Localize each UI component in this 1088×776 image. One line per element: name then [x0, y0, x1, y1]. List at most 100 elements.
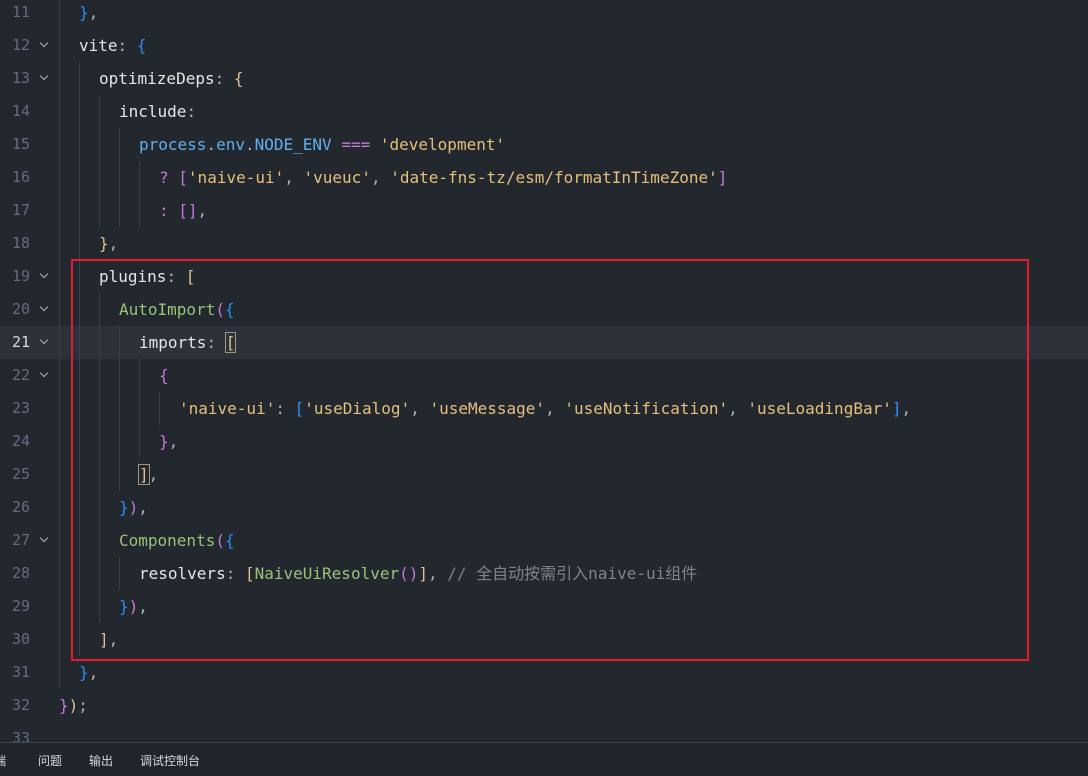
chevron-down-icon[interactable]: [38, 62, 52, 95]
indent-guide: [139, 161, 140, 227]
chevron-down-icon[interactable]: [38, 359, 52, 392]
chevron-down-icon[interactable]: [38, 29, 52, 62]
code-token: {: [224, 300, 235, 319]
code-token: ,: [410, 399, 430, 418]
code-text: }),: [119, 590, 148, 623]
code-text: {: [159, 359, 169, 392]
line-number: 30: [11, 630, 30, 648]
code-line[interactable]: 14 include:: [0, 95, 1088, 128]
indent-guide: [99, 293, 100, 623]
line-number: 19: [11, 267, 30, 285]
code-line[interactable]: 33: [0, 722, 1088, 742]
line-number: 29: [11, 597, 30, 615]
code-token: :: [166, 267, 186, 286]
code-line[interactable]: 11},: [0, 0, 1088, 29]
code-token: [: [185, 267, 196, 286]
code-token: (: [215, 300, 225, 319]
code-token: }: [59, 696, 69, 715]
chevron-down-icon[interactable]: [38, 293, 52, 326]
code-line[interactable]: 27 Components({: [0, 524, 1088, 557]
code-text: 'naive-ui': ['useDialog', 'useMessage', …: [179, 392, 911, 425]
code-token: resolvers: [139, 564, 226, 583]
line-number: 16: [11, 168, 30, 186]
code-line[interactable]: 16? ['naive-ui', 'vueuc', 'date-fns-tz/e…: [0, 161, 1088, 194]
code-token: ,: [138, 597, 148, 616]
code-token: ,: [428, 564, 448, 583]
code-token: ,: [545, 399, 565, 418]
indent-guide: [79, 62, 80, 656]
code-token: ]: [99, 630, 109, 649]
line-number: 11: [11, 3, 30, 21]
chevron-down-icon[interactable]: [38, 260, 52, 293]
line-number: 21: [11, 333, 30, 351]
chevron-down-icon[interactable]: [38, 326, 52, 359]
code-text: imports: [: [139, 326, 237, 359]
code-token: }: [79, 3, 89, 22]
code-text: : [],: [159, 194, 207, 227]
code-token: }: [119, 597, 129, 616]
code-line[interactable]: 15 process.env.NODE_ENV === 'development': [0, 128, 1088, 161]
code-text: },: [159, 425, 178, 458]
code-token: AutoImport: [119, 300, 216, 319]
code-token: 'vueuc': [303, 168, 371, 187]
code-token: .: [206, 135, 217, 154]
code-token: ,: [108, 630, 119, 649]
code-token: ]: [138, 464, 150, 485]
code-line[interactable]: 32});: [0, 689, 1088, 722]
code-token: 'useLoadingBar': [747, 399, 892, 418]
code-text: ],: [138, 458, 159, 491]
indent-guide: [59, 0, 60, 689]
line-number: 23: [11, 399, 30, 417]
code-text: });: [59, 689, 88, 722]
code-token: 'naive-ui': [187, 168, 285, 187]
code-token: [: [224, 332, 237, 353]
code-line[interactable]: 29}),: [0, 590, 1088, 623]
code-line[interactable]: 22 {: [0, 359, 1088, 392]
line-number: 28: [11, 564, 30, 582]
code-token: include: [119, 102, 187, 121]
code-token: }: [79, 663, 89, 682]
code-line[interactable]: 18},: [0, 227, 1088, 260]
code-line[interactable]: 24},: [0, 425, 1088, 458]
indent-guide: [119, 128, 120, 227]
code-token: ): [128, 597, 139, 616]
tab-debug-console[interactable]: 调试控制台: [140, 752, 200, 769]
line-number: 22: [11, 366, 30, 384]
code-line[interactable]: 19 plugins: [: [0, 260, 1088, 293]
code-token: }: [119, 498, 129, 517]
line-number: 31: [11, 663, 30, 681]
code-line[interactable]: 21 imports: [: [0, 326, 1088, 359]
tab-terminal[interactable]: 端: [0, 752, 6, 769]
code-token: 'useNotification': [564, 399, 729, 418]
code-token: (): [399, 564, 419, 583]
code-line[interactable]: 31},: [0, 656, 1088, 689]
code-token: :: [275, 399, 295, 418]
code-token: 'naive-ui': [179, 399, 276, 418]
code-line[interactable]: 20 AutoImport({: [0, 293, 1088, 326]
code-token: ): [128, 498, 139, 517]
code-token: ===: [341, 135, 371, 154]
indent-guide: [99, 95, 100, 227]
code-line[interactable]: 13 optimizeDeps: {: [0, 62, 1088, 95]
code-line[interactable]: 23 'naive-ui': ['useDialog', 'useMessage'…: [0, 392, 1088, 425]
code-token: ]: [891, 399, 902, 418]
code-line[interactable]: 30],: [0, 623, 1088, 656]
code-line[interactable]: 26}),: [0, 491, 1088, 524]
code-token: ;: [78, 696, 88, 715]
code-token: ,: [148, 465, 159, 484]
tab-output[interactable]: 输出: [89, 752, 113, 769]
tab-problems[interactable]: 问题: [38, 752, 62, 769]
code-editor[interactable]: 11}, 12 vite: {13 optimizeDeps: {14 include:…: [0, 0, 1088, 742]
code-line[interactable]: 12 vite: {: [0, 29, 1088, 62]
code-token: [: [294, 399, 305, 418]
code-token: [: [244, 564, 255, 583]
code-token: plugins: [99, 267, 167, 286]
code-text: }),: [119, 491, 148, 524]
code-line[interactable]: 28 resolvers: [NaiveUiResolver()], // 全自动…: [0, 557, 1088, 590]
code-line[interactable]: 17: [],: [0, 194, 1088, 227]
code-line[interactable]: 25],: [0, 458, 1088, 491]
chevron-down-icon[interactable]: [38, 524, 52, 557]
